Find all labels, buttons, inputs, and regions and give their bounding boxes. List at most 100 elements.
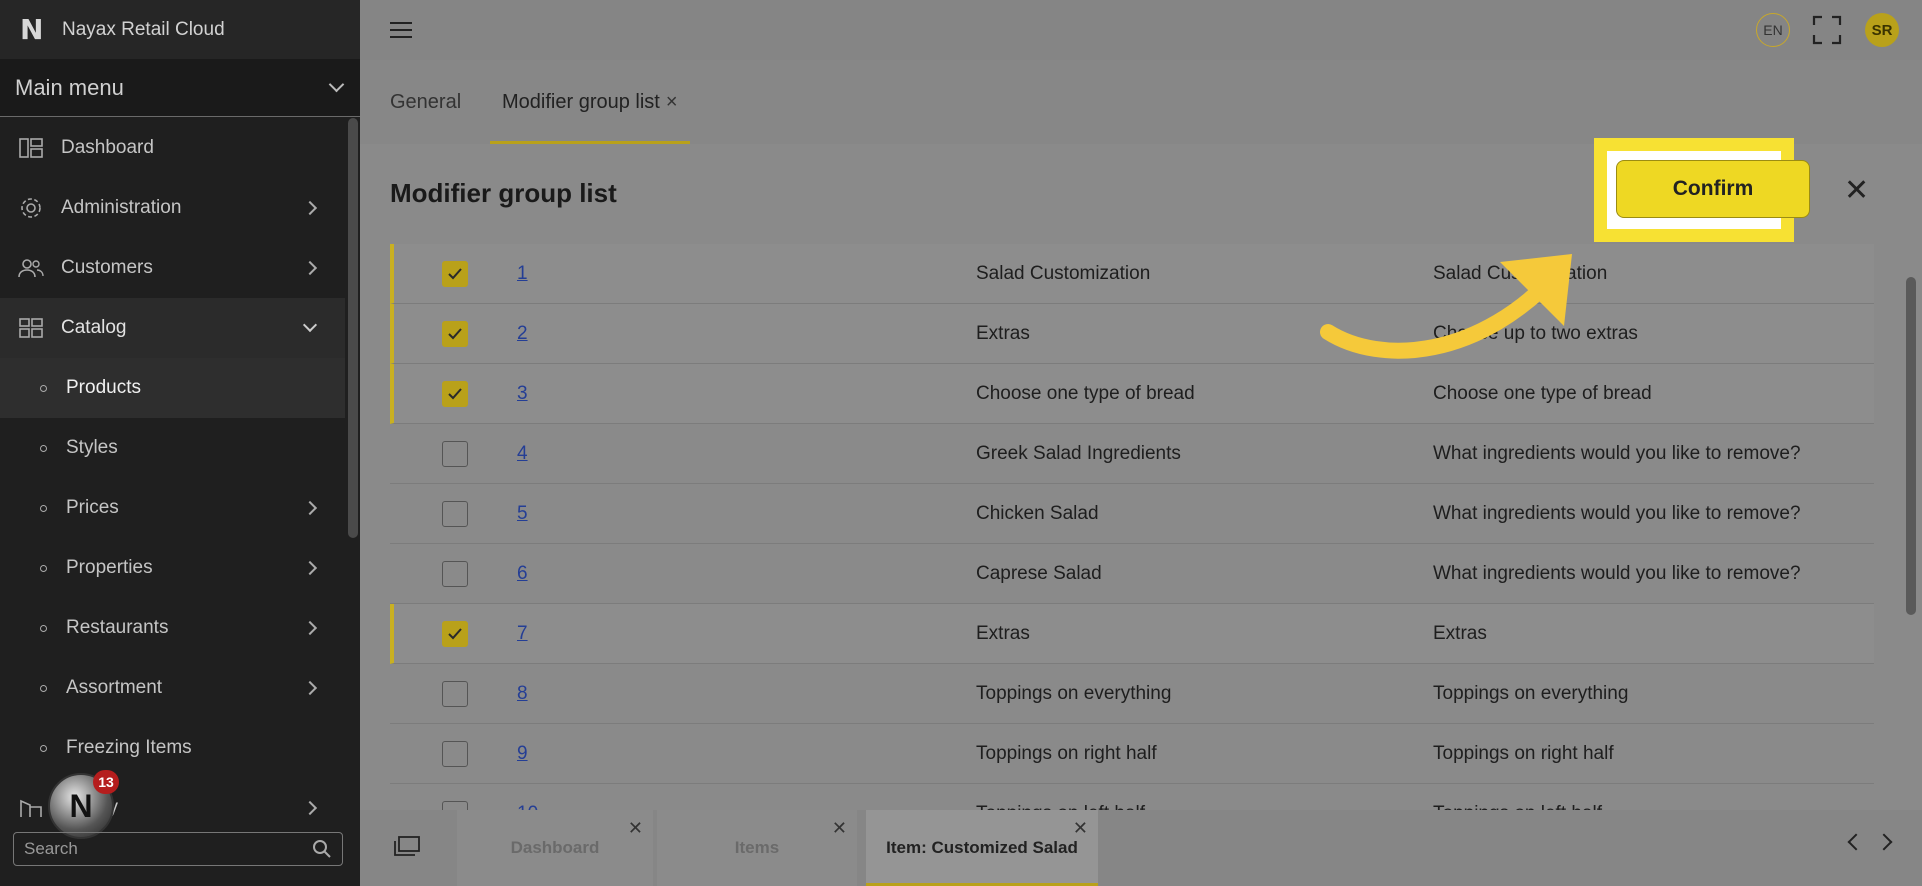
sidebar-item-customers[interactable]: Customers — [0, 238, 345, 298]
bottom-tab-items[interactable]: Items ✕ — [657, 810, 857, 886]
hamburger-menu-icon[interactable] — [390, 22, 412, 43]
row-id-link[interactable]: 8 — [517, 683, 528, 705]
row-id-link[interactable]: 1 — [517, 263, 528, 285]
row-id-link[interactable]: 10 — [517, 803, 538, 811]
checkbox-checked[interactable] — [442, 620, 468, 647]
sidebar-item-products[interactable]: Products — [0, 358, 345, 418]
main-menu-toggle[interactable]: Main menu — [0, 59, 360, 117]
row-name: Extras — [976, 622, 1030, 644]
search-icon[interactable] — [312, 839, 332, 859]
chevron-right-icon[interactable] — [1875, 833, 1893, 851]
search-input[interactable] — [24, 839, 312, 859]
table-row[interactable]: 6 Caprese Salad What ingredients would you… — [390, 544, 1874, 604]
table-row[interactable]: 1 Salad Customization Salad Customization — [390, 244, 1874, 304]
modal-title: Modifier group list — [390, 178, 617, 208]
close-tab-icon[interactable]: ✕ — [628, 818, 643, 839]
user-avatar[interactable]: SR — [1865, 13, 1899, 47]
main-menu-label: Main menu — [15, 74, 124, 100]
table-row[interactable]: 5 Chicken Salad What ingredients would you… — [390, 484, 1874, 544]
sidebar-item-label: Properties — [66, 557, 153, 578]
fullscreen-icon[interactable] — [1812, 15, 1842, 45]
checkbox[interactable] — [442, 440, 468, 467]
table-scrollbar[interactable] — [1906, 277, 1916, 615]
bottom-tab-item-customized-salad[interactable]: Item: Customized Salad ✕ — [866, 810, 1098, 886]
row-description: Toppings on everything — [1433, 682, 1629, 704]
checkbox[interactable] — [442, 740, 468, 767]
row-id-link[interactable]: 9 — [517, 743, 528, 765]
sidebar-item-restaurants[interactable]: Restaurants — [0, 598, 345, 658]
table-row[interactable]: 2 Extras Choose up to two extras — [390, 304, 1874, 364]
close-tab-icon[interactable]: × — [666, 91, 678, 114]
sidebar-item-freezing-items[interactable]: Freezing Items — [0, 718, 345, 778]
gear-icon — [18, 197, 44, 219]
row-description: Extras — [1433, 622, 1487, 644]
bottom-tab-bar: Dashboard ✕ Items ✕ Item: Customized Sal… — [360, 810, 1922, 886]
bottom-tab-dashboard[interactable]: Dashboard ✕ — [457, 810, 653, 886]
chevron-right-icon — [302, 500, 318, 516]
tab-navigation — [1847, 833, 1893, 851]
sidebar-scrollbar[interactable] — [348, 118, 358, 538]
checkbox-checked[interactable] — [442, 260, 468, 287]
row-name: Extras — [976, 322, 1030, 344]
chevron-down-icon — [302, 317, 318, 333]
close-icon[interactable]: ✕ — [1844, 176, 1869, 206]
close-tab-icon[interactable]: ✕ — [1073, 818, 1088, 839]
row-name: Toppings on right half — [976, 742, 1157, 764]
chevron-left-icon[interactable] — [1847, 833, 1865, 851]
table-row[interactable]: 7 Extras Extras — [390, 604, 1874, 664]
sidebar-item-dashboard[interactable]: Dashboard — [0, 118, 345, 178]
row-name: Choose one type of bread — [976, 382, 1195, 404]
language-selector[interactable]: EN — [1756, 13, 1790, 47]
top-header: EN SR — [360, 0, 1922, 60]
row-id-link[interactable]: 2 — [517, 323, 528, 345]
check-icon — [448, 327, 462, 339]
bottom-tab-label: Dashboard — [510, 838, 600, 857]
row-id-link[interactable]: 7 — [517, 623, 528, 645]
windows-icon[interactable] — [394, 836, 420, 856]
row-id-link[interactable]: 3 — [517, 383, 528, 405]
checkbox-checked[interactable] — [442, 380, 468, 407]
row-id-link[interactable]: 6 — [517, 563, 528, 585]
bullet-icon — [40, 504, 47, 512]
checkbox[interactable] — [442, 680, 468, 707]
row-description: Choose up to two extras — [1433, 322, 1638, 344]
checkbox-checked[interactable] — [442, 320, 468, 347]
row-description: What ingredients would you like to remov… — [1433, 562, 1801, 584]
row-description: Salad Customization — [1433, 262, 1608, 284]
checkbox[interactable] — [442, 800, 468, 810]
bullet-icon — [40, 444, 47, 452]
table-row[interactable]: 8 Toppings on everything Toppings on every… — [390, 664, 1874, 724]
table-row[interactable]: 3 Choose one type of bread Choose one type… — [390, 364, 1874, 424]
checkbox[interactable] — [442, 500, 468, 527]
row-name: Greek Salad Ingredients — [976, 442, 1181, 464]
sidebar-item-prices[interactable]: Prices — [0, 478, 345, 538]
sidebar-item-administration[interactable]: Administration — [0, 178, 345, 238]
checkbox[interactable] — [442, 560, 468, 587]
bullet-icon — [40, 624, 47, 632]
tab-modifier-group-list[interactable]: Modifier group list × — [490, 60, 690, 144]
sidebar-item-label: Dashboard — [61, 137, 154, 158]
table-row[interactable]: 10 Toppings on left half Toppings on left … — [390, 784, 1874, 810]
brand[interactable]: N Nayax Retail Cloud — [0, 0, 360, 59]
sidebar-item-assortment[interactable]: Assortment — [0, 658, 345, 718]
row-id-link[interactable]: 5 — [517, 503, 528, 525]
bottom-tab-label: Items — [734, 838, 780, 857]
sidebar-item-label: Administration — [61, 197, 182, 218]
sidebar-item-properties[interactable]: Properties — [0, 538, 345, 598]
bottom-tab-label: Item: Customized Salad — [886, 838, 1078, 857]
sidebar-item-styles[interactable]: Styles — [0, 418, 345, 478]
bullet-icon — [40, 564, 47, 572]
sidebar-search — [13, 832, 343, 866]
sidebar-item-catalog[interactable]: Catalog — [0, 298, 345, 358]
row-id-link[interactable]: 4 — [517, 443, 528, 465]
chevron-right-icon — [302, 200, 318, 216]
sidebar: N Nayax Retail Cloud Main menu Dashboard… — [0, 0, 360, 886]
close-tab-icon[interactable]: ✕ — [832, 818, 847, 839]
confirm-button[interactable]: Confirm — [1616, 160, 1810, 218]
tab-general[interactable]: General — [390, 60, 461, 144]
sidebar-item-label: Styles — [66, 437, 118, 458]
table-row[interactable]: 4 Greek Salad Ingredients What ingredients… — [390, 424, 1874, 484]
row-description: What ingredients would you like to remov… — [1433, 502, 1801, 524]
modal-header: Modifier group list Confirm ✕ — [360, 138, 1922, 242]
table-row[interactable]: 9 Toppings on right half Toppings on right… — [390, 724, 1874, 784]
